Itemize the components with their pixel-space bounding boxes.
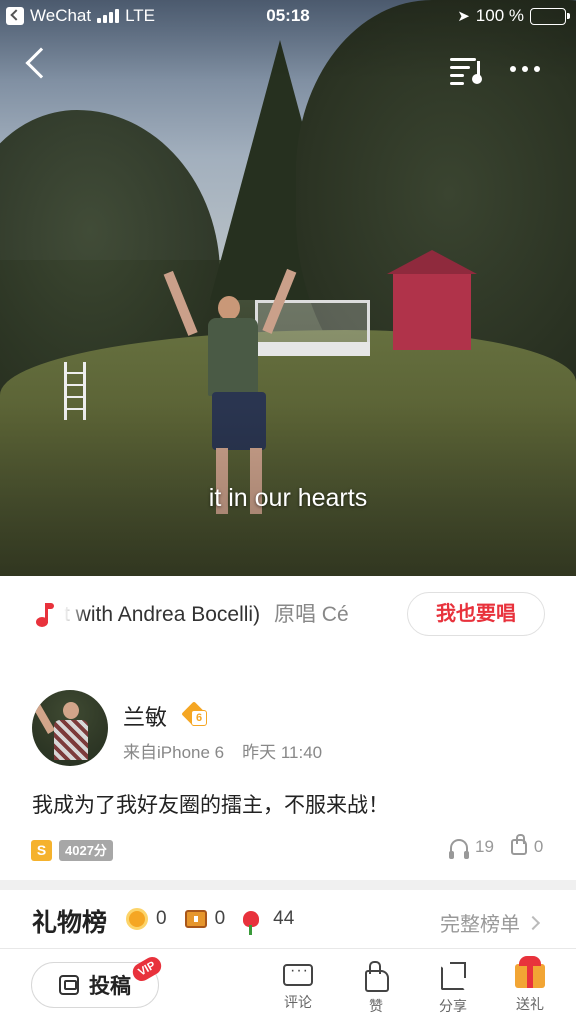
- gift-counts: 0 0 44: [126, 908, 312, 935]
- post-source: 来自iPhone 6: [123, 743, 225, 762]
- status-bar: WeChat LTE 05:18 ➤ 100 %: [0, 0, 576, 32]
- gift-label: 送礼: [516, 996, 544, 1012]
- gift-ranking-title: 礼物榜: [32, 909, 108, 937]
- music-note-icon: [36, 603, 54, 627]
- post-meta: 来自iPhone 6 昨天 11:40: [123, 738, 322, 763]
- thumb-up-icon[interactable]: [510, 834, 527, 855]
- tab-comment[interactable]: 评论: [270, 958, 326, 1012]
- full-list-label: 完整榜单: [440, 914, 520, 936]
- comment-icon: [283, 962, 313, 986]
- submit-post-label: 投稿: [89, 975, 131, 998]
- chest-count: 0: [214, 908, 226, 929]
- like-icon: [361, 960, 391, 992]
- tab-share[interactable]: 分享: [425, 958, 481, 1016]
- chest-icon: [184, 910, 207, 928]
- lyric-line: it in our hearts: [208, 484, 368, 512]
- battery-icon: [530, 7, 570, 25]
- headphone-icon: [449, 839, 469, 859]
- playlist-icon[interactable]: [450, 56, 482, 85]
- status-right: ➤ 100 %: [457, 6, 570, 26]
- song-title-marquee[interactable]: t with Andrea Bocelli) 原唱 Cé: [64, 600, 398, 630]
- coin-icon: [126, 908, 148, 930]
- username[interactable]: 兰敏: [123, 700, 167, 732]
- like-count: 0: [533, 837, 544, 856]
- tab-like[interactable]: 赞: [348, 958, 404, 1016]
- more-icon[interactable]: [510, 66, 540, 72]
- post-time: 昨天 11:40: [242, 743, 323, 762]
- comment-label: 评论: [284, 994, 312, 1010]
- flower-icon: [243, 911, 260, 935]
- post-stats: 19 0: [449, 834, 544, 859]
- level-number: 6: [191, 710, 207, 726]
- share-icon: [438, 960, 468, 990]
- score-badge: 4027分: [59, 840, 113, 861]
- battery-percent: 100 %: [475, 6, 524, 25]
- like-label: 赞: [369, 998, 383, 1014]
- gift-icon: [515, 956, 545, 988]
- original-singer: 原唱 Cé: [273, 603, 349, 626]
- flower-count: 44: [273, 908, 295, 929]
- post-text: 我成为了我好友圈的擂主，不服来战！: [32, 794, 389, 817]
- avatar[interactable]: [32, 690, 108, 766]
- coin-count: 0: [156, 908, 167, 929]
- sing-too-button[interactable]: 我也要唱: [407, 592, 545, 636]
- rank-badge: S: [31, 840, 52, 861]
- chevron-right-icon: [525, 915, 541, 930]
- song-title: t with Andrea Bocelli): [64, 603, 261, 626]
- share-label: 分享: [439, 998, 467, 1014]
- full-list-link[interactable]: 完整榜单: [440, 908, 541, 937]
- tab-gift[interactable]: 送礼: [502, 956, 558, 1014]
- listen-count: 19: [475, 837, 494, 856]
- level-badge-icon: 6: [181, 701, 208, 728]
- post-icon: [59, 975, 79, 995]
- location-icon: ➤: [457, 8, 470, 25]
